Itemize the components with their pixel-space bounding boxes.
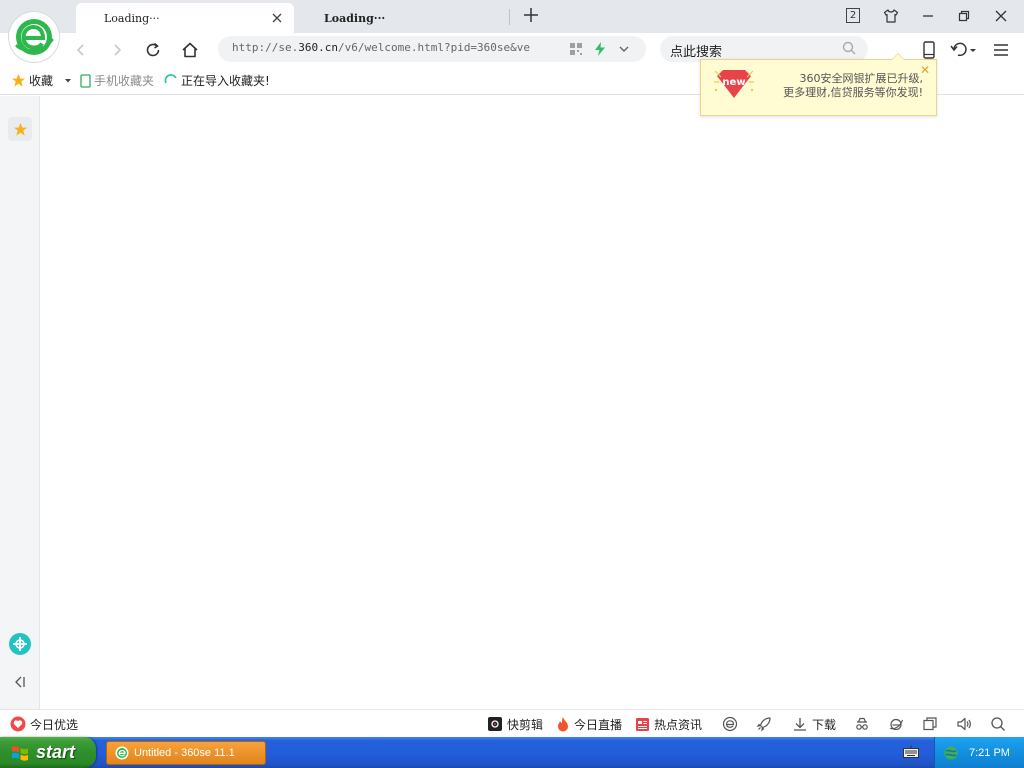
system-tray: 7:21 PM: [934, 737, 1024, 768]
qr-code-icon[interactable]: [568, 41, 584, 57]
live-stream-button[interactable]: 今日直播: [556, 715, 622, 733]
tab-1[interactable]: Loading···: [76, 3, 294, 33]
sidebar: [0, 96, 40, 709]
popup-message: 360安全网银扩展已升级, 更多理财,信贷服务等你发现!: [759, 72, 923, 100]
forward-button[interactable]: [106, 39, 128, 61]
quick-edit-label: 快剪辑: [507, 717, 544, 732]
page-content[interactable]: [41, 96, 1024, 709]
video-clip-icon: [488, 717, 502, 731]
address-text[interactable]: http://se.360.cn/v6/welcome.html?pid=360…: [232, 41, 562, 54]
start-button[interactable]: start: [0, 737, 96, 768]
search-icon[interactable]: [842, 41, 856, 58]
star-icon: [13, 122, 27, 136]
close-icon[interactable]: [270, 11, 284, 25]
close-window-button[interactable]: [987, 4, 1015, 28]
loading-spinner-icon: [164, 73, 177, 83]
reload-button[interactable]: [142, 39, 164, 61]
clock[interactable]: 7:21 PM: [969, 747, 1010, 759]
news-icon: [636, 717, 649, 731]
quick-edit-button[interactable]: 快剪辑: [487, 715, 543, 733]
tab-strip: Loading··· Loading··· 2: [0, 0, 1024, 33]
mobile-favorites-item[interactable]: 手机收藏夹: [80, 72, 154, 89]
skin-shirt-icon[interactable]: [877, 4, 905, 28]
plus-circle-icon: [9, 633, 31, 655]
svg-text:new: new: [722, 77, 745, 88]
downloads-label: 下载: [812, 717, 837, 732]
rocket-icon[interactable]: [755, 715, 773, 733]
taskbar-window-label: Untitled - 360se 11.1: [134, 747, 235, 759]
minimize-button[interactable]: [914, 4, 942, 28]
tab-title: Loading···: [324, 11, 386, 25]
incognito-icon[interactable]: [853, 715, 871, 733]
back-button[interactable]: [70, 39, 92, 61]
sidebar-favorites-button[interactable]: [8, 117, 32, 141]
taskbar-window-item[interactable]: Untitled - 360se 11.1: [106, 741, 266, 765]
new-tab-button[interactable]: [521, 5, 541, 25]
restore-button[interactable]: [950, 4, 978, 28]
importing-favorites-item[interactable]: 正在导入收藏夹!: [164, 72, 270, 89]
caret-down-icon: [65, 78, 72, 82]
popup-line-2: 更多理财,信贷服务等你发现!: [783, 86, 923, 99]
address-bar[interactable]: http://se.360.cn/v6/welcome.html?pid=360…: [218, 36, 646, 62]
extension-notification-popup[interactable]: new 360安全网银扩展已升级, 更多理财,信贷服务等你发现! ✕: [700, 53, 937, 116]
undo-close-tab-button[interactable]: [948, 39, 978, 61]
importing-favorites-label: 正在导入收藏夹!: [181, 74, 270, 88]
chevron-down-icon[interactable]: [616, 41, 632, 57]
close-icon[interactable]: ✕: [920, 63, 930, 77]
status-bar: 今日优选 快剪辑 今日直播 热点资讯 下载: [0, 709, 1024, 737]
window-restore-icon[interactable]: [921, 715, 939, 733]
heart-icon: [10, 716, 26, 732]
menu-icon[interactable]: [990, 39, 1012, 61]
download-icon: [794, 718, 806, 731]
360se-icon: [115, 746, 129, 760]
search-input[interactable]: 点此搜索: [670, 41, 722, 60]
windows-logo-icon: [12, 745, 28, 761]
downloads-button[interactable]: 下载: [792, 715, 836, 733]
sidebar-tools-button[interactable]: [8, 632, 32, 656]
tab-title: Loading···: [104, 11, 160, 25]
new-badge-icon: new: [714, 70, 754, 98]
hot-news-label: 热点资讯: [654, 717, 703, 732]
start-label: start: [36, 742, 76, 762]
favorites-label: 收藏: [29, 74, 54, 88]
today-picks-label: 今日优选: [30, 717, 79, 732]
today-picks-button[interactable]: 今日优选: [10, 715, 78, 733]
flame-icon: [558, 717, 568, 732]
ie-mode-icon[interactable]: [887, 715, 905, 733]
keyboard-icon[interactable]: [903, 745, 919, 759]
home-button[interactable]: [179, 39, 201, 61]
live-stream-label: 今日直播: [574, 717, 623, 732]
star-icon: [11, 73, 26, 87]
favorites-button[interactable]: 收藏: [11, 72, 72, 89]
zoom-search-icon[interactable]: [989, 715, 1007, 733]
hot-news-button[interactable]: 热点资讯: [635, 715, 702, 733]
popup-line-1: 360安全网银扩展已升级,: [799, 72, 924, 85]
tab-divider: [509, 9, 510, 25]
collapse-left-icon: [15, 676, 25, 688]
collapse-sidebar-button[interactable]: [11, 674, 27, 690]
lightning-icon[interactable]: [592, 41, 608, 57]
tab-count-badge[interactable]: 2: [846, 8, 860, 23]
tab-2[interactable]: Loading···: [296, 3, 510, 33]
speaker-icon[interactable]: [955, 715, 973, 733]
browser-logo[interactable]: [9, 12, 59, 62]
mobile-favorites-label: 手机收藏夹: [94, 74, 155, 88]
browser-e-icon[interactable]: [721, 715, 739, 733]
mobile-device-icon[interactable]: [918, 39, 940, 61]
phone-icon: [80, 73, 91, 88]
network-globe-icon[interactable]: [943, 745, 959, 761]
windows-taskbar: start Untitled - 360se 11.1 7:21 PM: [0, 737, 1024, 768]
